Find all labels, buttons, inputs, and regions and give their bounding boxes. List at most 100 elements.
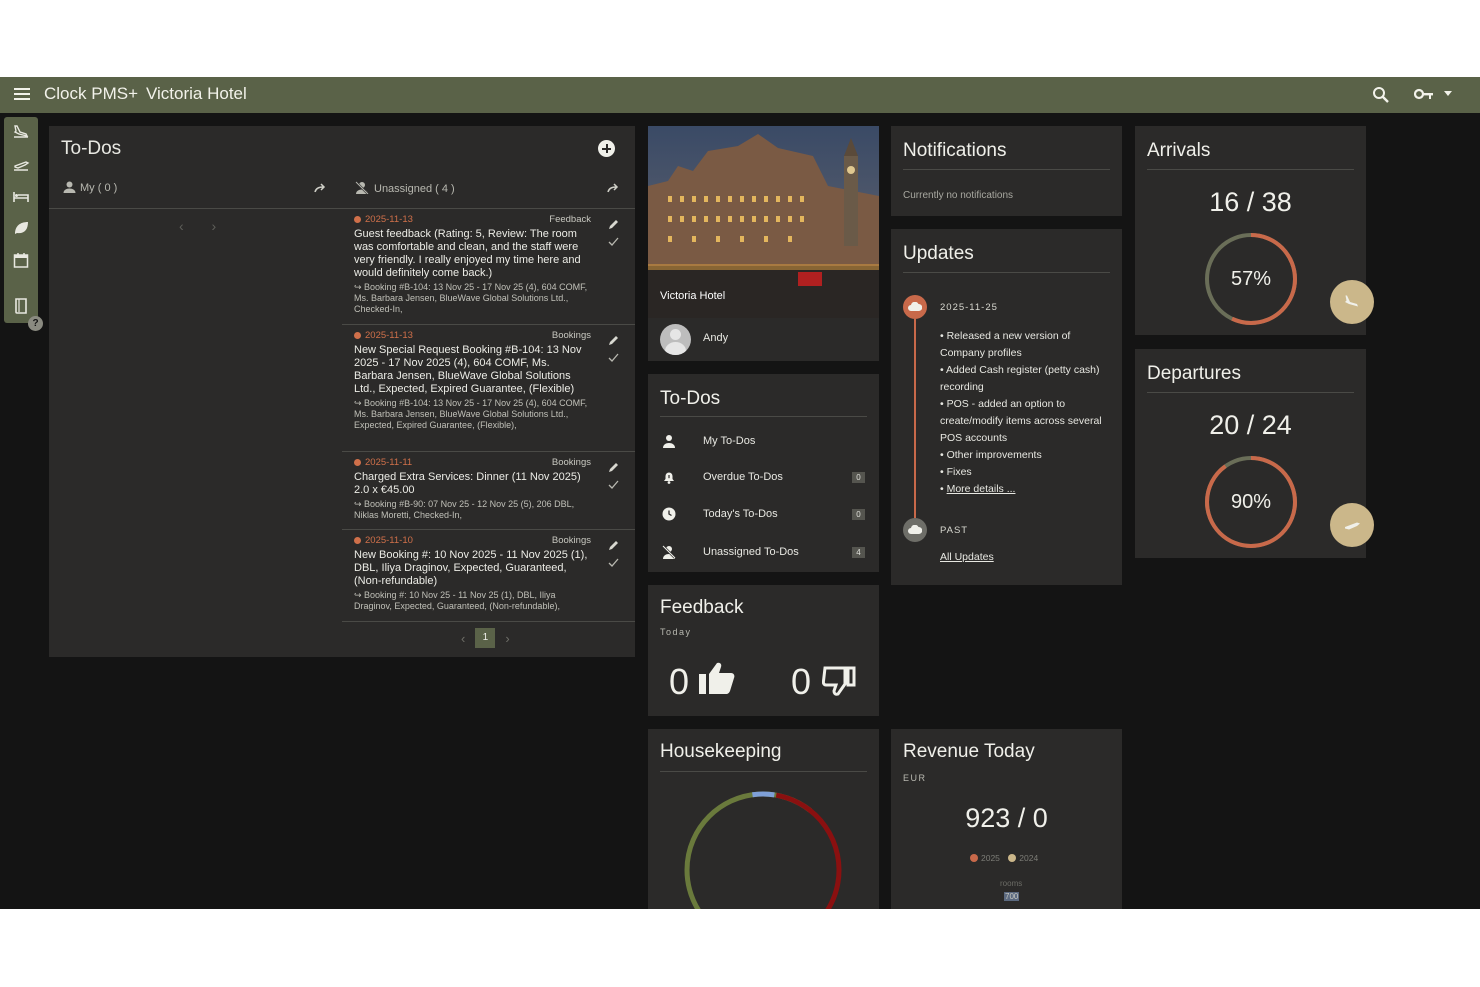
- todays-todos-row[interactable]: Today's To-Dos 0: [660, 505, 867, 525]
- user-row[interactable]: Andy: [648, 318, 879, 361]
- help-icon[interactable]: ?: [28, 316, 43, 331]
- edit-icon[interactable]: [608, 219, 619, 230]
- todo-booking-ref[interactable]: ↪ Booking #B-104: 13 Nov 25 - 17 Nov 25 …: [354, 398, 591, 431]
- update-item: • Other improvements: [940, 449, 1042, 461]
- divider: [1147, 169, 1354, 170]
- todo-text: Charged Extra Services: Dinner (11 Nov 2…: [354, 471, 581, 496]
- feedback-title: Feedback: [660, 597, 744, 618]
- prev-page-icon[interactable]: ‹: [461, 631, 465, 646]
- divider: [903, 272, 1110, 273]
- plane-landing-icon: [1344, 295, 1360, 309]
- tab-my-label: My ( 0 ): [80, 182, 118, 194]
- housekeeping-ring-chart: [684, 791, 842, 909]
- unassigned-todos-row[interactable]: Unassigned To-Dos 4: [660, 543, 867, 563]
- update-item: • Fixes: [940, 466, 972, 478]
- edit-icon[interactable]: [608, 540, 619, 551]
- todo-category: Feedback: [549, 214, 591, 225]
- departures-nav-icon[interactable]: [12, 155, 30, 173]
- cloud-icon: [908, 302, 922, 311]
- account-dropdown-icon[interactable]: [1444, 91, 1452, 96]
- more-details-link[interactable]: More details ...: [947, 483, 1016, 495]
- count-badge: 0: [852, 472, 865, 483]
- housekeeping-widget: Housekeeping: [648, 729, 879, 909]
- positive-count: 0: [669, 661, 690, 702]
- todo-category: Bookings: [551, 457, 591, 468]
- check-icon[interactable]: [608, 352, 619, 363]
- username: Andy: [703, 332, 729, 344]
- todo-item[interactable]: 2025-11-13 Bookings New Special Request B…: [342, 325, 635, 452]
- check-icon[interactable]: [608, 236, 619, 247]
- page-button[interactable]: 1: [475, 628, 496, 648]
- book-icon[interactable]: [12, 297, 30, 315]
- hotel-card: Victoria Hotel Andy: [648, 126, 879, 361]
- thumb-up-icon[interactable]: [698, 661, 736, 695]
- legend-item: 2024: [1019, 853, 1039, 863]
- todo-item[interactable]: 2025-11-10 Bookings New Booking #: 10 Nov…: [342, 530, 635, 622]
- top-bar: Clock PMS+ Victoria Hotel: [0, 77, 1480, 113]
- thumb-down-icon[interactable]: [822, 665, 856, 697]
- updates-title: Updates: [903, 243, 974, 264]
- bed-icon[interactable]: [12, 187, 30, 205]
- unassigned-person-icon: [662, 545, 676, 559]
- todo-item[interactable]: 2025-11-11 Bookings Charged Extra Service…: [342, 452, 635, 530]
- search-icon[interactable]: [1372, 86, 1390, 104]
- divider: [1147, 392, 1354, 393]
- hotel-photo: Victoria Hotel: [648, 126, 879, 318]
- negative-count: 0: [791, 661, 812, 702]
- share-arrow-icon[interactable]: [314, 183, 326, 193]
- app-title[interactable]: Clock PMS+: [44, 84, 138, 104]
- todo-date: 2025-11-11: [354, 457, 412, 468]
- row-label: Unassigned To-Dos: [703, 546, 799, 558]
- avatar: [660, 324, 691, 355]
- all-updates-link[interactable]: All Updates: [940, 551, 994, 563]
- share-arrow-icon[interactable]: [607, 183, 619, 193]
- todos-widget: To-Dos My To-Dos Overdue To-Dos 0 Today'…: [648, 374, 879, 572]
- key-icon[interactable]: [1414, 87, 1434, 101]
- divider: [660, 416, 867, 417]
- todo-booking-ref[interactable]: ↪ Booking #B-104: 13 Nov 25 - 17 Nov 25 …: [354, 282, 591, 315]
- person-icon: [663, 435, 675, 448]
- housekeeping-title: Housekeeping: [660, 741, 782, 762]
- arrivals-nav-icon[interactable]: [12, 123, 30, 141]
- tab-unassigned-todos[interactable]: Unassigned ( 4 ): [355, 181, 455, 195]
- menu-icon[interactable]: [14, 88, 30, 102]
- revenue-amount: 923 / 0: [965, 803, 1048, 833]
- divider: [660, 771, 867, 772]
- overdue-todos-row[interactable]: Overdue To-Dos 0: [660, 468, 867, 488]
- chart-axis-label: rooms: [1000, 879, 1023, 888]
- alarm-bell-icon: [664, 472, 674, 484]
- past-label: PAST: [940, 525, 969, 536]
- arrivals-button[interactable]: [1330, 280, 1374, 324]
- edit-icon[interactable]: [608, 335, 619, 346]
- hotel-title[interactable]: Victoria Hotel: [146, 84, 247, 104]
- todo-text: Guest feedback (Rating: 5, Review: The r…: [354, 228, 581, 279]
- my-todos-row[interactable]: My To-Dos: [660, 432, 867, 452]
- app-root: Clock PMS+ Victoria Hotel ? To-Dos My ( …: [0, 77, 1480, 909]
- todos-panel: To-Dos My ( 0 ) Unassigned ( 4 ) ‹ › 202…: [49, 126, 635, 657]
- departures-ratio: 20 / 24: [1209, 410, 1292, 440]
- check-icon[interactable]: [608, 557, 619, 568]
- edit-icon[interactable]: [608, 462, 619, 473]
- tab-my-todos[interactable]: My ( 0 ): [63, 181, 117, 194]
- count-badge: 0: [852, 509, 865, 520]
- person-icon: [63, 181, 76, 193]
- calendar-icon[interactable]: [12, 251, 30, 269]
- todo-booking-ref[interactable]: ↪ Booking #B-90: 07 Nov 25 - 12 Nov 25 (…: [354, 499, 591, 521]
- todo-booking-ref[interactable]: ↪ Booking #: 10 Nov 25 - 11 Nov 25 (1), …: [354, 590, 591, 612]
- leaf-icon[interactable]: [12, 219, 30, 237]
- my-todos-pager[interactable]: ‹ ›: [179, 218, 228, 234]
- todos-widget-title: To-Dos: [660, 388, 721, 409]
- todo-item[interactable]: 2025-11-13 Feedback Guest feedback (Ratin…: [342, 209, 635, 325]
- todo-category: Bookings: [551, 330, 591, 341]
- row-label: My To-Dos: [703, 435, 756, 447]
- departures-button[interactable]: [1330, 503, 1374, 547]
- check-icon[interactable]: [608, 479, 619, 490]
- arrivals-ratio: 16 / 38: [1209, 187, 1292, 217]
- add-todo-icon[interactable]: [598, 140, 615, 157]
- update-item: • POS - added an option to create/modify…: [940, 398, 1102, 444]
- next-page-icon[interactable]: ›: [505, 631, 509, 646]
- todo-pagination: ‹ 1 ›: [461, 628, 510, 648]
- departures-title: Departures: [1147, 363, 1241, 384]
- count-badge: 4: [852, 547, 865, 558]
- plane-takeoff-icon: [1344, 522, 1360, 532]
